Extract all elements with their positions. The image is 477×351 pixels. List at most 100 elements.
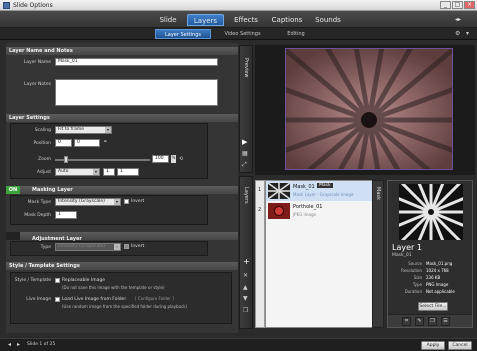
position-y-input[interactable]: 0 bbox=[74, 139, 100, 147]
mask-invert-checkbox[interactable] bbox=[124, 199, 129, 204]
zoom-reset-icon[interactable]: ⟲ bbox=[179, 156, 184, 162]
tab-layers[interactable]: Layers bbox=[187, 14, 224, 26]
copy-icon[interactable]: ❐ bbox=[428, 317, 437, 326]
list-item[interactable]: Porthole_01 JPEG image bbox=[266, 201, 383, 221]
main-tabs: Slide Layers Effects Captions Sounds ◂▸ bbox=[0, 11, 477, 28]
chevron-down-icon[interactable]: ▾ bbox=[466, 30, 469, 37]
minimize-icon[interactable]: _ bbox=[440, 1, 451, 9]
layer-notes-label: Layer Notes bbox=[24, 82, 51, 87]
grid-icon[interactable]: ▦ bbox=[242, 150, 248, 157]
configure-folder-button[interactable]: [ Configure Folder ] bbox=[135, 296, 174, 301]
preview-strip: Preview ▶ ▦ ⤢ bbox=[239, 45, 253, 173]
info-key-type: Type bbox=[412, 282, 422, 287]
adjust-y-input[interactable]: 1 bbox=[117, 168, 139, 176]
adjust-value: Auto bbox=[58, 169, 69, 174]
edit-icon[interactable]: ✎ bbox=[415, 317, 424, 326]
mask-thumbnail bbox=[267, 182, 291, 200]
zoom-input[interactable]: 100 bbox=[152, 155, 169, 163]
settings-icon[interactable]: ⚙ bbox=[455, 30, 460, 37]
layer-number-1: 1 bbox=[258, 187, 262, 193]
cancel-button[interactable]: Cancel bbox=[448, 341, 472, 350]
subtab-video-settings[interactable]: Video Settings bbox=[215, 29, 270, 39]
remove-layer-icon[interactable]: ✕ bbox=[243, 272, 248, 279]
tab-slide[interactable]: Slide bbox=[152, 14, 184, 26]
info-value-type: PNG Image bbox=[426, 282, 449, 287]
replaceable-image-note: (Do not save this image with the templat… bbox=[62, 285, 165, 290]
menu-arrows-icon[interactable]: ◂▸ bbox=[455, 16, 461, 23]
layer-info-subtitle: Mask_01 bbox=[392, 253, 412, 258]
adjustment-toggle[interactable] bbox=[6, 232, 20, 240]
adjustment-invert-checkbox[interactable] bbox=[124, 244, 129, 249]
adjust-x-input[interactable]: 1 bbox=[103, 168, 115, 176]
properties-icon[interactable]: ☰ bbox=[441, 317, 450, 326]
masking-toggle[interactable]: ON bbox=[6, 186, 20, 194]
adjustment-type-select[interactable]: Intensity (Grayscale) ▾ bbox=[55, 243, 121, 251]
preview-canvas[interactable] bbox=[229, 0, 477, 259]
add-layer-icon[interactable]: + bbox=[243, 257, 250, 266]
subtab-layer-settings[interactable]: Layer Settings bbox=[155, 29, 211, 39]
duplicate-icon[interactable]: ❐ bbox=[243, 307, 248, 314]
prev-slide-icon[interactable]: ◂ bbox=[8, 341, 11, 348]
layer-name-input[interactable]: Mask_01 bbox=[55, 58, 218, 66]
window-title: Slide Options bbox=[13, 2, 53, 9]
zoom-label: Zoom bbox=[38, 157, 51, 162]
layer-notes-textarea[interactable] bbox=[55, 79, 218, 106]
list-item[interactable]: Mask_01 Mask Mask Layer - Grayscale imag… bbox=[266, 181, 383, 201]
crop-icon[interactable]: ⌗ bbox=[402, 317, 411, 326]
tab-sounds[interactable]: Sounds bbox=[310, 14, 346, 26]
adjust-select[interactable]: Auto ▾ bbox=[55, 168, 100, 176]
layer-name: Mask_01 bbox=[293, 184, 315, 190]
live-image-checkbox[interactable] bbox=[55, 297, 60, 302]
chevron-down-icon: ▾ bbox=[114, 244, 120, 250]
slide-counter: Slide 1 of 25 bbox=[27, 342, 56, 347]
info-key-source: Source bbox=[408, 261, 422, 266]
layer-info-panel: Layer 1 Mask_01 Source Mask_01.png Resol… bbox=[381, 162, 477, 328]
tab-captions[interactable]: Captions bbox=[266, 14, 308, 26]
mask-badge: Mask bbox=[317, 183, 333, 188]
live-image-check-label: Load Live Image from Folder bbox=[62, 297, 127, 302]
zoom-slider-track bbox=[55, 159, 150, 161]
layer-name: Porthole_01 bbox=[293, 204, 323, 210]
apply-button[interactable]: Apply bbox=[421, 341, 445, 350]
layer-number-2: 2 bbox=[258, 207, 262, 213]
replaceable-image-label: Replaceable Image bbox=[62, 278, 105, 283]
scaling-select[interactable]: Fit to frame ▾ bbox=[55, 126, 112, 134]
app-icon bbox=[3, 2, 10, 9]
play-icon[interactable]: ▶ bbox=[242, 138, 247, 146]
layer-subtitle: Mask Layer - Grayscale image bbox=[293, 192, 354, 197]
move-up-icon[interactable]: ▲ bbox=[243, 284, 248, 291]
info-key-size: Size bbox=[413, 275, 422, 280]
section-adjustment-layer: Adjustment Layer bbox=[6, 232, 238, 242]
title-bar: Slide Options _ □ × bbox=[0, 0, 477, 11]
adjust-label: Adjust bbox=[36, 170, 51, 175]
replaceable-image-checkbox[interactable] bbox=[55, 278, 60, 283]
tab-effects[interactable]: Effects bbox=[228, 14, 264, 26]
large-thumbnail-image bbox=[381, 162, 477, 262]
fit-icon[interactable]: ⤢ bbox=[242, 161, 247, 169]
subtab-editing[interactable]: Editing bbox=[272, 29, 320, 39]
sunburst-mask-image bbox=[229, 0, 477, 259]
mask-type-select[interactable]: Intensity (Grayscale) ▾ bbox=[55, 198, 121, 206]
mask-strip: Mask bbox=[372, 180, 384, 328]
layer-info-title: Layer 1 bbox=[392, 243, 422, 252]
position-label: Position bbox=[33, 141, 51, 146]
info-key-resolution: Resolution bbox=[401, 268, 422, 273]
move-down-icon[interactable]: ▼ bbox=[243, 295, 248, 302]
zoom-slider-handle[interactable] bbox=[64, 156, 68, 163]
link-icon[interactable]: ⚭ bbox=[103, 139, 109, 147]
mask-depth-label: Mask Depth bbox=[24, 213, 51, 218]
close-icon[interactable]: × bbox=[464, 1, 475, 9]
section-style-template: Style / Template Settings bbox=[6, 262, 238, 270]
select-file-button[interactable]: Select File... bbox=[418, 302, 448, 311]
section-masking-layer: ON Masking Layer bbox=[6, 186, 238, 194]
maximize-icon[interactable]: □ bbox=[452, 1, 463, 9]
scaling-value: Fit to frame bbox=[58, 127, 84, 132]
zoom-percent-icon: % bbox=[171, 155, 176, 163]
porthole-thumbnail bbox=[268, 203, 290, 219]
position-x-input[interactable]: 0 bbox=[55, 139, 72, 147]
next-slide-icon[interactable]: ▸ bbox=[17, 341, 20, 348]
mask-depth-input[interactable]: 1 bbox=[55, 211, 77, 219]
section-layer-settings: Layer Settings bbox=[6, 114, 238, 122]
mask-type-value: Intensity (Grayscale) bbox=[58, 199, 105, 204]
adjustment-invert-label: Invert bbox=[131, 244, 145, 249]
